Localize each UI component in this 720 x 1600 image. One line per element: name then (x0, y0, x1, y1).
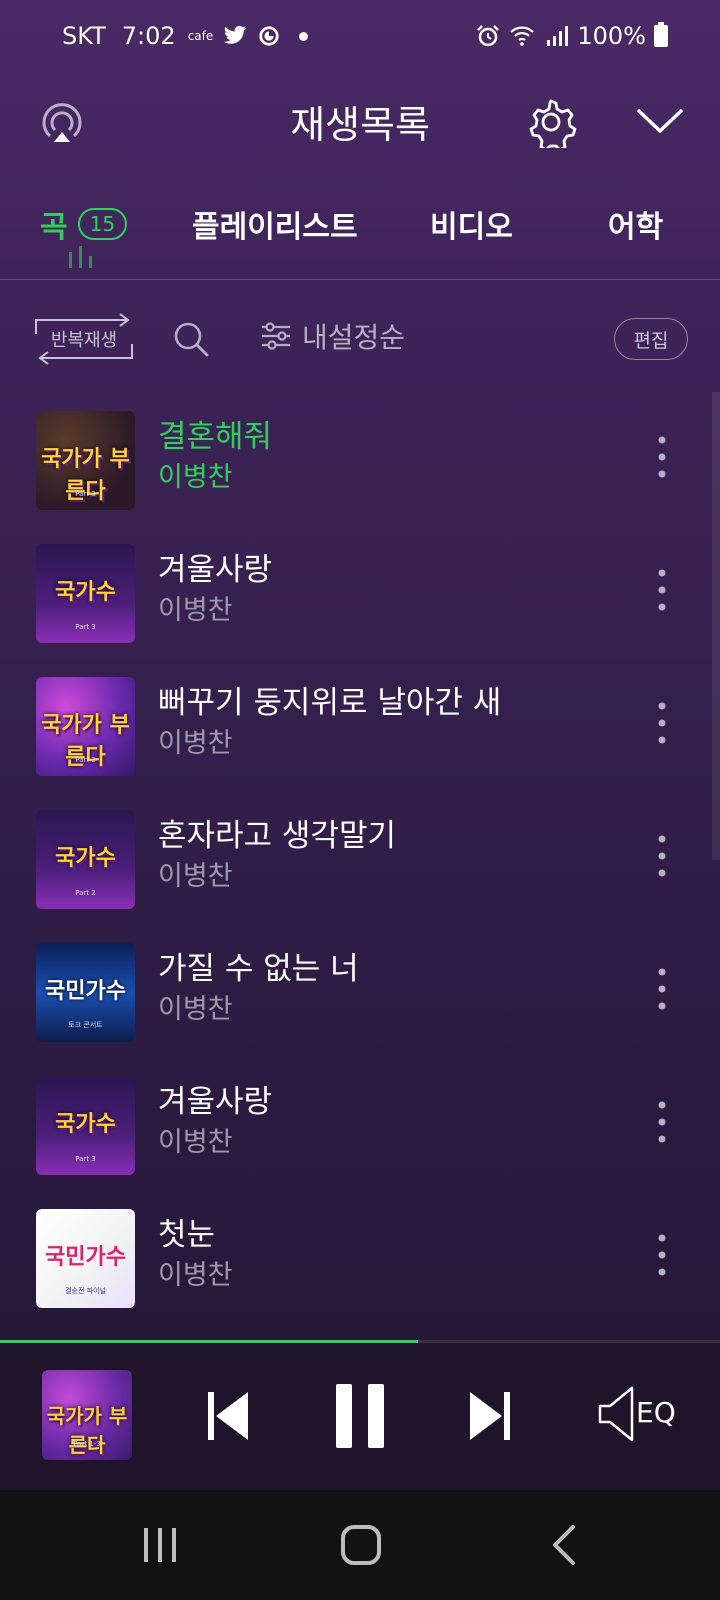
progress-track[interactable] (0, 1340, 720, 1343)
previous-track-icon[interactable] (208, 1390, 252, 1442)
carrier-label: SKT (62, 22, 106, 50)
album-cover-subtitle: 결승전 파이널 (65, 1287, 106, 1295)
chevron-down-icon[interactable] (636, 104, 684, 138)
song-row[interactable]: 국가가 부른다 Part 2 뻐꾸기 둥지위로 날아간 새이병찬 (0, 659, 720, 794)
now-playing-cover-subtitle: Part 1-3 (73, 1440, 101, 1448)
twitter-icon (224, 26, 247, 44)
album-cover-text: 국가수 (55, 1112, 116, 1137)
mini-player: 국가가 부른다 Part 1-3 EQ (0, 1340, 720, 1490)
system-navigation-bar (0, 1490, 720, 1600)
repeat-button[interactable]: 반복재생 (34, 312, 134, 366)
tab-language[interactable]: 어학 (608, 202, 663, 246)
album-cover: 국가가 부른다 Part 2 (36, 677, 135, 776)
sort-label: 내설정순 (302, 321, 406, 354)
scrollbar[interactable] (712, 392, 720, 860)
home-icon[interactable] (340, 1524, 382, 1566)
progress-fill (0, 1340, 418, 1343)
more-options-icon[interactable] (652, 834, 672, 878)
song-row[interactable]: 국가수 Part 3 겨울사랑이병찬 (0, 526, 720, 661)
album-cover-text: 국가수 (55, 580, 116, 605)
album-cover-text: 국민가수 (45, 1245, 126, 1270)
song-artist: 이병찬 (158, 595, 233, 626)
album-cover: 국민가수토크 콘서트 (36, 943, 135, 1042)
battery-icon (654, 22, 668, 47)
status-bar: SKT 7:02 cafe 100% (0, 0, 720, 76)
page-title: 재생목록 (290, 103, 430, 147)
album-cover: 국민가수결승전 파이널 (36, 1209, 135, 1308)
album-cover-text: 국가수 (55, 846, 116, 871)
back-icon[interactable] (549, 1524, 579, 1566)
tab-video[interactable]: 비디오 (430, 202, 513, 246)
signal-icon (547, 26, 569, 46)
song-row[interactable]: 국가가 부른다 Part 3 결혼해줘이병찬 (0, 393, 720, 528)
more-options-icon[interactable] (652, 701, 672, 745)
battery-percent: 100% (577, 22, 646, 50)
album-cover: 국가가 부른다 Part 3 (36, 411, 135, 510)
alarm-icon (477, 25, 500, 47)
sort-filter-icon (262, 322, 290, 350)
song-row[interactable]: 국가수 Part 3 겨울사랑이병찬 (0, 1058, 720, 1193)
wifi-icon (510, 26, 535, 46)
album-cover-text: 국민가수 (45, 979, 126, 1004)
status-left: SKT 7:02 cafe (62, 22, 309, 50)
song-row[interactable]: 국민가수결승전 파이널 첫눈이병찬 (0, 1191, 720, 1326)
pause-icon[interactable] (334, 1382, 386, 1450)
tab-playlist[interactable]: 플레이리스트 (192, 202, 358, 246)
now-playing-cover-text: 국가가 부른다 (46, 1404, 128, 1457)
album-cover-subtitle: Part 3 (75, 623, 96, 631)
clock: 7:02 (121, 22, 176, 50)
album-cover-subtitle: Part 3 (75, 1155, 96, 1163)
more-options-icon[interactable] (652, 1233, 672, 1277)
recent-apps-icon[interactable] (140, 1526, 180, 1564)
song-row[interactable]: 국민가수토크 콘서트 가질 수 없는 너이병찬 (0, 925, 720, 1060)
album-cover: 국가수 Part 3 (36, 544, 135, 643)
album-cover-subtitle: Part 2 (75, 889, 96, 897)
status-right: 100% (475, 22, 668, 50)
now-playing-cover[interactable]: 국가가 부른다 Part 1-3 (42, 1370, 132, 1460)
song-title: 겨울사랑 (158, 1084, 273, 1120)
more-options-icon[interactable] (652, 1100, 672, 1144)
now-playing-indicator-icon (69, 246, 92, 268)
app-notification-icon (259, 26, 279, 46)
search-icon[interactable] (172, 320, 210, 358)
more-options-icon[interactable] (652, 435, 672, 479)
album-cover: 국가수 Part 3 (36, 1076, 135, 1175)
tab-bar: 곡 15 플레이리스트 비디오 어학 (0, 190, 720, 280)
equalizer-button[interactable]: EQ (598, 1384, 678, 1444)
song-title: 뻐꾸기 둥지위로 날아간 새 (158, 685, 502, 721)
song-artist: 이병찬 (158, 1127, 233, 1158)
song-artist: 이병찬 (158, 462, 233, 493)
song-title: 혼자라고 생각말기 (158, 818, 397, 854)
sort-button[interactable]: 내설정순 (260, 316, 405, 356)
tab-songs-label: 곡 (40, 210, 68, 245)
album-cover: 국가수 Part 2 (36, 810, 135, 909)
list-toolbar: 반복재생 내설정순 편집 (0, 300, 720, 380)
song-count-badge: 15 (77, 208, 128, 240)
song-row[interactable]: 국가수 Part 2 혼자라고 생각말기이병찬 (0, 792, 720, 927)
song-title: 결혼해줘 (158, 419, 273, 455)
more-notifications-dot (299, 31, 309, 41)
song-title: 겨울사랑 (158, 552, 273, 588)
song-artist: 이병찬 (158, 728, 233, 759)
more-options-icon[interactable] (652, 568, 672, 612)
edit-button[interactable]: 편집 (614, 318, 688, 360)
equalizer-label: EQ (636, 1396, 676, 1429)
album-cover-subtitle: Part 3 (75, 490, 96, 498)
more-options-icon[interactable] (652, 967, 672, 1011)
song-title: 가질 수 없는 너 (158, 951, 359, 987)
cafe-notification-label: cafe (187, 29, 214, 43)
song-artist: 이병찬 (158, 861, 233, 892)
tab-songs[interactable]: 곡 15 (40, 202, 128, 246)
album-cover-subtitle: Part 2 (75, 756, 96, 764)
playlist-screen: SKT 7:02 cafe 100% 재생목록 곡 15 플레이리스트 비디오 … (0, 0, 720, 1490)
song-artist: 이병찬 (158, 1260, 233, 1291)
repeat-label: 반복재생 (50, 330, 118, 351)
album-cover-subtitle: 토크 콘서트 (68, 1021, 103, 1029)
settings-gear-icon[interactable] (525, 96, 577, 148)
song-title: 첫눈 (158, 1217, 216, 1253)
next-track-icon[interactable] (466, 1390, 510, 1442)
song-artist: 이병찬 (158, 994, 233, 1025)
header: 재생목록 (0, 82, 720, 162)
